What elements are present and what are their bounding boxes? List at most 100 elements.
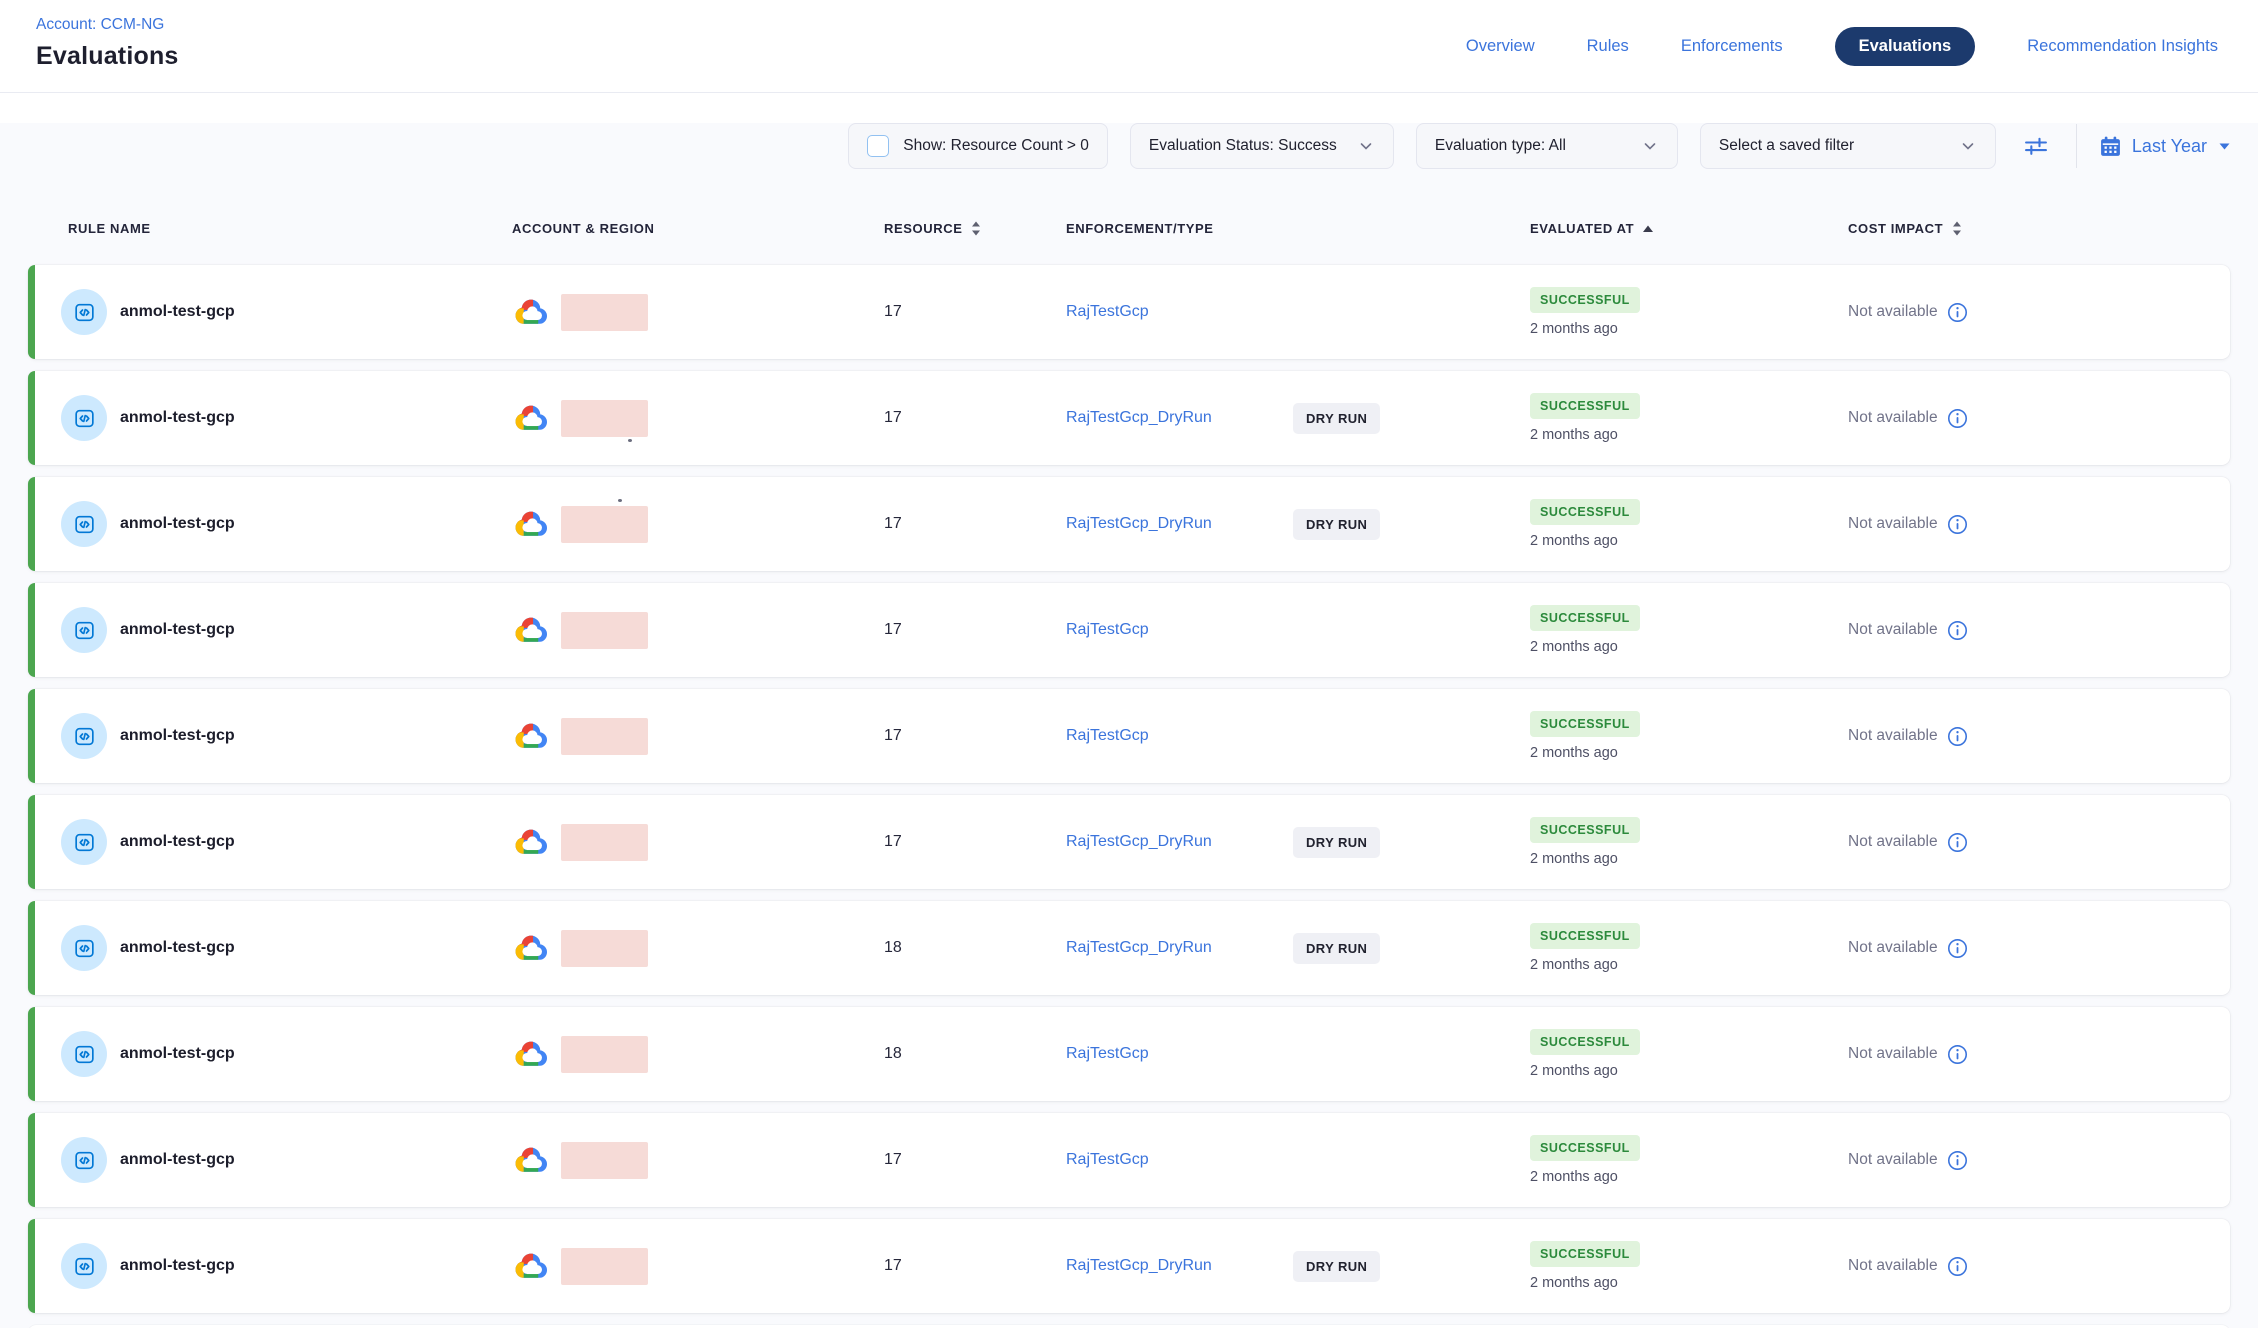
info-icon[interactable]	[1947, 1044, 1968, 1065]
column-header-cost-impact[interactable]: COST IMPACT	[1848, 220, 2230, 237]
sort-icon[interactable]	[1951, 220, 1963, 237]
divider	[2076, 124, 2077, 168]
info-icon[interactable]	[1947, 302, 1968, 323]
status-badge: SUCCESSFUL	[1530, 817, 1640, 843]
enforcement-link[interactable]: RajTestGcp_DryRun	[1066, 409, 1293, 427]
rule-name: anmol-test-gcp	[120, 621, 235, 639]
account-breadcrumb[interactable]: Account: CCM-NG	[36, 16, 179, 34]
info-icon[interactable]	[1947, 726, 1968, 747]
table-header: RULE NAME ACCOUNT & REGION RESOURCE ENFO…	[28, 207, 2230, 249]
redacted-account-block	[561, 1142, 648, 1179]
enforcement-cell: RajTestGcp_DryRun DRY RUN	[1066, 509, 1530, 540]
info-icon[interactable]	[1947, 514, 1968, 535]
evaluation-row[interactable]: anmol-test-gcp 17 RajTestGcp SUCCESSFUL …	[28, 583, 2230, 677]
info-icon[interactable]	[1947, 1150, 1968, 1171]
rule-name: anmol-test-gcp	[120, 1045, 235, 1063]
evaluation-row[interactable]: anmol-test-gcp 17 RajTestGcp_DryRun DRY …	[28, 1219, 2230, 1313]
status-accent-bar	[28, 901, 35, 995]
nav-tab-rules[interactable]: Rules	[1587, 37, 1629, 56]
info-icon[interactable]	[1947, 832, 1968, 853]
rule-avatar	[61, 819, 107, 865]
rule-code-icon	[72, 406, 97, 431]
saved-filter-value: Select a saved filter	[1719, 137, 1854, 155]
enforcement-link[interactable]: RajTestGcp_DryRun	[1066, 939, 1293, 957]
rule-name-cell: anmol-test-gcp	[28, 925, 512, 971]
rule-name-cell: anmol-test-gcp	[28, 395, 512, 441]
redacted-account-block	[561, 718, 648, 755]
evaluation-row[interactable]: anmol-test-gcp 17 RajTestGcp_DryRun DRY …	[28, 371, 2230, 465]
enforcement-link[interactable]: RajTestGcp	[1066, 303, 1293, 321]
nav-tab-overview[interactable]: Overview	[1466, 37, 1535, 56]
nav-tab-evaluations[interactable]: Evaluations	[1835, 27, 1976, 66]
filter-panel-button[interactable]	[2018, 132, 2054, 160]
info-icon[interactable]	[1947, 1256, 1968, 1277]
evaluation-row[interactable]: anmol-test-gcp 17 RajTestGcp SUCCESSFUL …	[28, 1113, 2230, 1207]
status-badge: SUCCESSFUL	[1530, 1029, 1640, 1055]
status-badge: SUCCESSFUL	[1530, 605, 1640, 631]
page-title: Evaluations	[36, 42, 179, 71]
status-accent-bar	[28, 1219, 35, 1313]
rule-code-icon	[72, 300, 97, 325]
cost-impact-value: Not available	[1848, 1151, 1938, 1169]
evaluation-row[interactable]: anmol-test-gcp 18 RajTestGcp_DryRun DRY …	[28, 901, 2230, 995]
rule-avatar	[61, 501, 107, 547]
rule-code-icon	[72, 1254, 97, 1279]
evaluation-row[interactable]: anmol-test-gcp 18 RajTestGcp SUCCESSFUL …	[28, 1007, 2230, 1101]
cost-impact-value: Not available	[1848, 515, 1938, 533]
info-icon[interactable]	[1947, 938, 1968, 959]
enforcement-link[interactable]: RajTestGcp_DryRun	[1066, 1257, 1293, 1275]
nav-tab-recommendation-insights[interactable]: Recommendation Insights	[2027, 37, 2218, 56]
resource-cell: 18	[884, 1045, 1066, 1063]
rule-avatar	[61, 713, 107, 759]
cost-impact-cell: Not available	[1848, 1044, 2230, 1065]
evaluation-row[interactable]: anmol-test-gcp 17 RajTestGcp_DryRun DRY …	[28, 477, 2230, 571]
enforcement-link[interactable]: RajTestGcp	[1066, 1045, 1293, 1063]
filter-sliders-icon	[2022, 132, 2050, 160]
column-header-evaluated-at[interactable]: EVALUATED AT	[1530, 221, 1848, 236]
enforcement-cell: RajTestGcp_DryRun DRY RUN	[1066, 403, 1530, 434]
enforcement-link[interactable]: RajTestGcp_DryRun	[1066, 515, 1293, 533]
evaluated-time: 2 months ago	[1530, 851, 1618, 867]
resource-cell: 17	[884, 1257, 1066, 1275]
account-region-cell	[512, 718, 884, 755]
dry-run-badge: DRY RUN	[1293, 827, 1380, 858]
resource-count-checkbox[interactable]	[867, 135, 889, 157]
evaluation-row[interactable]: anmol-test-gcp 17 RajTestGcp SUCCESSFUL …	[28, 689, 2230, 783]
saved-filter-dropdown[interactable]: Select a saved filter	[1700, 123, 1996, 169]
date-range-picker[interactable]: Last Year	[2099, 135, 2232, 158]
enforcement-cell: RajTestGcp	[1066, 1151, 1530, 1169]
enforcement-cell: RajTestGcp	[1066, 727, 1530, 745]
info-icon[interactable]	[1947, 620, 1968, 641]
cost-impact-cell: Not available	[1848, 302, 2230, 323]
cost-impact-value: Not available	[1848, 833, 1938, 851]
evaluation-status-dropdown[interactable]: Evaluation Status: Success	[1130, 123, 1394, 169]
resource-cell: 17	[884, 727, 1066, 745]
cost-impact-cell: Not available	[1848, 620, 2230, 641]
rule-name-cell: anmol-test-gcp	[28, 501, 512, 547]
enforcement-link[interactable]: RajTestGcp	[1066, 727, 1293, 745]
evaluation-row[interactable]: anmol-test-gcp 17 RajTestGcp_DryRun DRY …	[28, 795, 2230, 889]
info-icon[interactable]	[1947, 408, 1968, 429]
dry-run-badge: DRY RUN	[1293, 1251, 1380, 1282]
status-badge: SUCCESSFUL	[1530, 393, 1640, 419]
enforcement-link[interactable]: RajTestGcp_DryRun	[1066, 833, 1293, 851]
column-header-resource[interactable]: RESOURCE	[884, 220, 1066, 237]
gcp-cloud-icon	[512, 827, 550, 858]
evaluation-row[interactable]: anmol-test-gcp 17 RajTestGcp SUCCESSFUL …	[28, 265, 2230, 359]
cost-impact-value: Not available	[1848, 409, 1938, 427]
evaluated-time: 2 months ago	[1530, 1169, 1618, 1185]
sort-icon[interactable]	[970, 220, 982, 237]
sort-ascending-icon[interactable]	[1642, 224, 1654, 233]
enforcement-link[interactable]: RajTestGcp	[1066, 621, 1293, 639]
cost-impact-cell: Not available	[1848, 832, 2230, 853]
resource-count: 17	[884, 833, 902, 851]
account-region-cell	[512, 1248, 884, 1285]
evaluation-type-dropdown[interactable]: Evaluation type: All	[1416, 123, 1678, 169]
enforcement-link[interactable]: RajTestGcp	[1066, 1151, 1293, 1169]
nav-tab-enforcements[interactable]: Enforcements	[1681, 37, 1783, 56]
resource-cell: 17	[884, 1151, 1066, 1169]
calendar-icon	[2099, 135, 2122, 158]
status-badge: SUCCESSFUL	[1530, 711, 1640, 737]
resource-count: 17	[884, 1257, 902, 1275]
resource-count-filter-toggle[interactable]: Show: Resource Count > 0	[848, 123, 1108, 169]
